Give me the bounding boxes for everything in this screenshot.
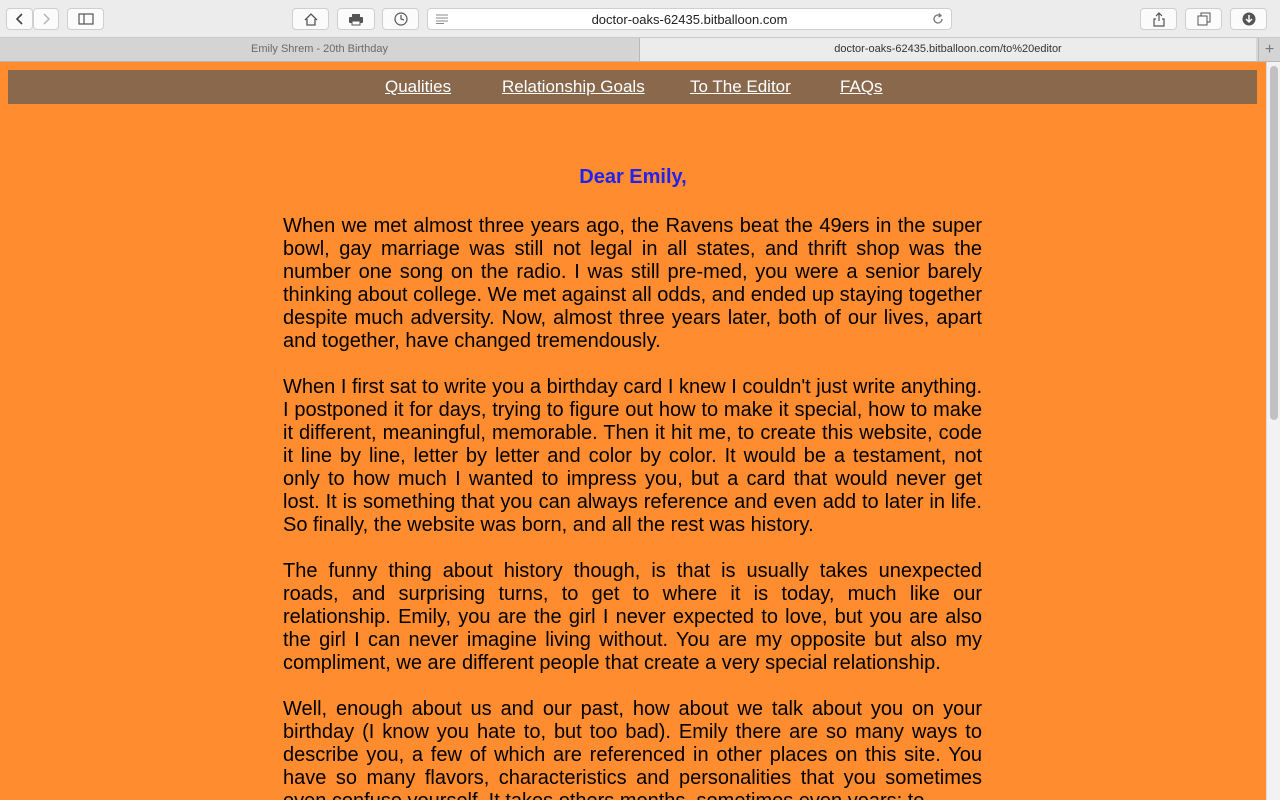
web-page: Qualities Relationship Goals To The Edit… — [0, 62, 1266, 800]
history-button[interactable] — [382, 8, 419, 30]
site-nav: Qualities Relationship Goals To The Edit… — [8, 70, 1257, 104]
letter-paragraph: When I first sat to write you a birthday… — [283, 376, 982, 536]
scrollbar-thumb[interactable] — [1270, 66, 1278, 420]
chevron-left-icon — [15, 13, 23, 25]
letter-paragraph: When we met almost three years ago, the … — [283, 215, 982, 352]
new-tab-button[interactable]: + — [1258, 38, 1280, 61]
address-bar[interactable]: doctor-oaks-62435.bitballoon.com — [427, 8, 952, 30]
url-text[interactable]: doctor-oaks-62435.bitballoon.com — [428, 12, 951, 27]
nav-link-faqs[interactable]: FAQs — [840, 77, 883, 97]
clock-icon — [393, 12, 408, 26]
print-button[interactable] — [337, 8, 375, 30]
download-icon — [1242, 12, 1255, 26]
tab-bar: Emily Shrem - 20th Birthday doctor-oaks-… — [0, 38, 1280, 62]
home-button[interactable] — [292, 8, 329, 30]
forward-button[interactable] — [33, 8, 59, 30]
nav-link-to-the-editor[interactable]: To The Editor — [690, 77, 791, 97]
sidebar-icon — [77, 13, 94, 25]
back-button[interactable] — [6, 8, 33, 30]
tab-editor[interactable]: doctor-oaks-62435.bitballoon.com/to%20ed… — [640, 38, 1256, 61]
share-icon — [1152, 11, 1165, 27]
letter-greeting: Dear Emily, — [579, 166, 687, 188]
reload-icon[interactable] — [931, 12, 945, 26]
letter-paragraph: The funny thing about history though, is… — [283, 560, 982, 674]
sidebar-button[interactable] — [67, 8, 104, 30]
tabs-overview-button[interactable] — [1185, 8, 1222, 30]
browser-toolbar: doctor-oaks-62435.bitballoon.com — [0, 0, 1280, 38]
tabs-icon — [1197, 12, 1210, 26]
page-scrollbar[interactable] — [1266, 62, 1280, 800]
letter-body: When we met almost three years ago, the … — [283, 215, 982, 800]
home-icon — [304, 12, 317, 26]
printer-icon — [349, 13, 363, 25]
chevron-right-icon — [43, 13, 51, 25]
nav-link-qualities[interactable]: Qualities — [385, 77, 451, 97]
tab-birthday[interactable]: Emily Shrem - 20th Birthday — [0, 38, 640, 61]
downloads-button[interactable] — [1230, 8, 1267, 30]
share-button[interactable] — [1140, 8, 1177, 30]
nav-link-relationship-goals[interactable]: Relationship Goals — [502, 77, 645, 97]
letter-paragraph: Well, enough about us and our past, how … — [283, 698, 982, 800]
